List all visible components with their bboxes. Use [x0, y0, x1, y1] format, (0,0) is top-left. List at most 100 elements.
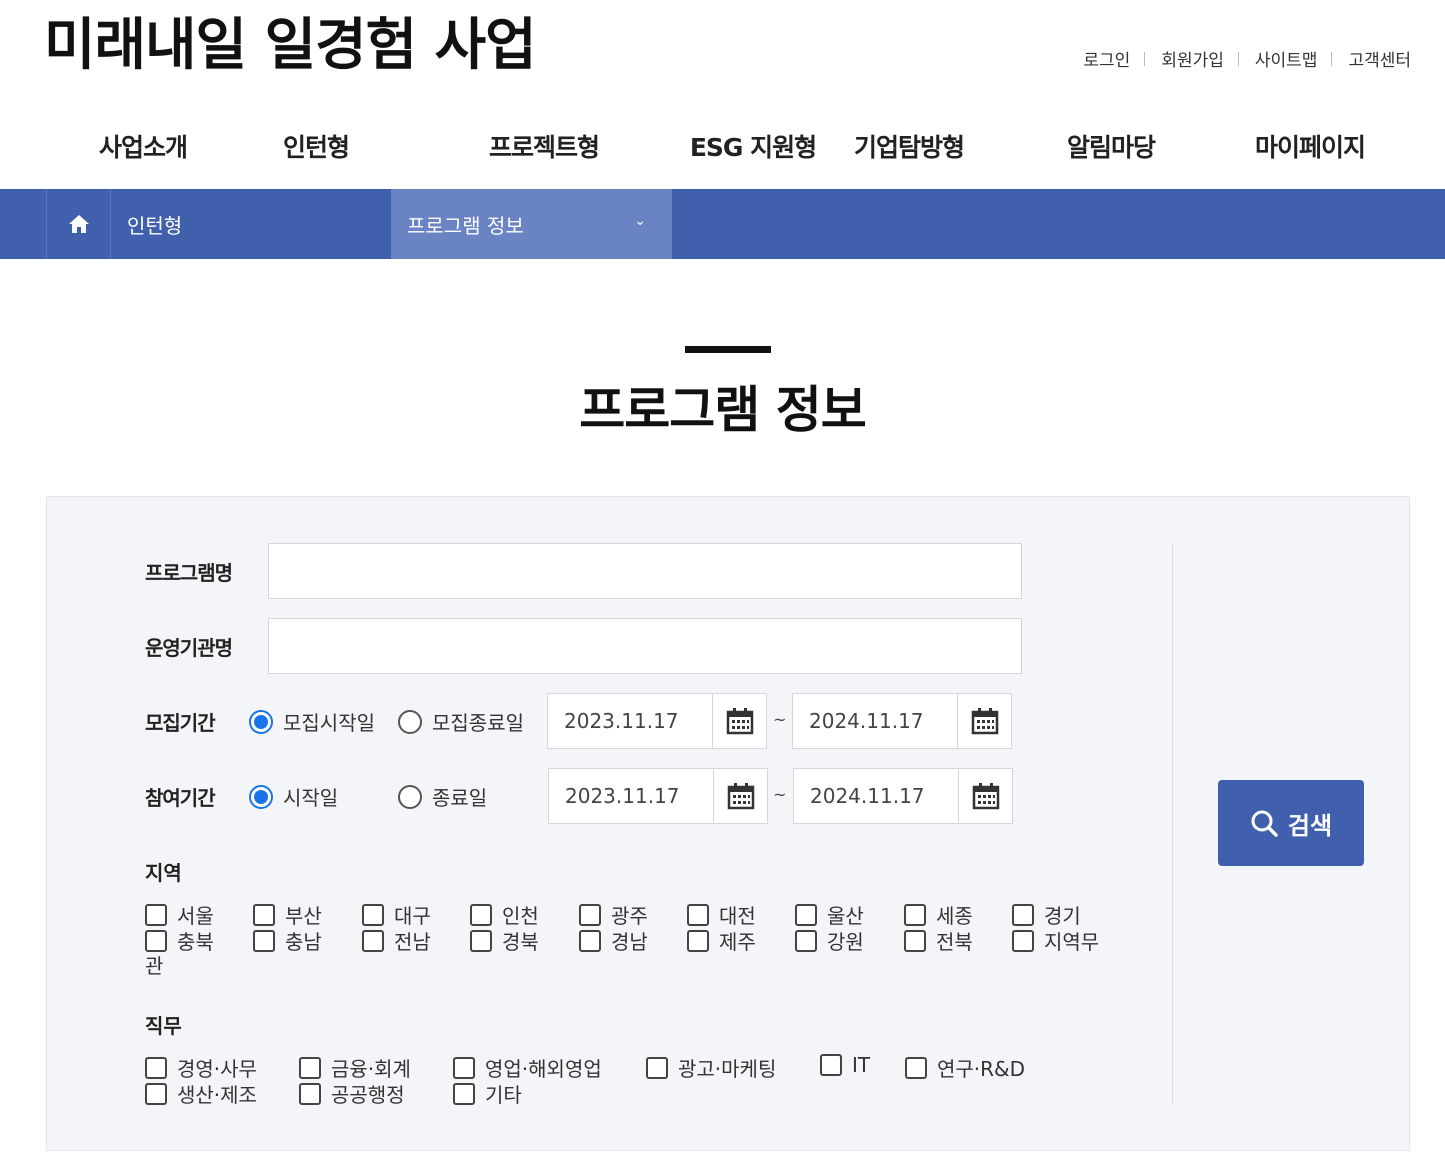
program-name-input[interactable]	[268, 543, 1022, 599]
nav-project[interactable]: 프로젝트형	[489, 128, 600, 164]
divider	[1172, 543, 1173, 1105]
checkbox-label: 경북	[502, 930, 539, 954]
checkbox-label: 제주	[719, 930, 756, 954]
region-checkbox[interactable]: 충남	[253, 926, 322, 955]
calendar-icon	[726, 708, 753, 735]
region-checkbox[interactable]: 전북	[904, 926, 973, 955]
region-checkbox[interactable]: 경기	[1012, 900, 1081, 929]
radio-label: 모집종료일	[432, 711, 524, 735]
login-link[interactable]: 로그인	[1083, 46, 1130, 71]
home-button[interactable]	[46, 189, 111, 259]
calendar-button[interactable]	[958, 769, 1012, 823]
checkbox-box	[453, 1056, 475, 1079]
participation-to-date[interactable]: 2024.11.17	[793, 768, 1013, 824]
job-checkbox[interactable]: 기타	[453, 1079, 522, 1108]
checkbox-box	[362, 903, 384, 926]
calendar-button[interactable]	[712, 694, 766, 748]
site-title[interactable]: 미래내일 일경험 사업	[44, 10, 537, 82]
radio-label: 시작일	[283, 786, 339, 810]
breadcrumb: 인턴형 프로그램 정보 ⌄	[0, 189, 1445, 259]
nav-company-visit[interactable]: 기업탐방형	[854, 128, 965, 164]
checkbox-box	[470, 903, 492, 926]
nav-esg[interactable]: ESG 지원형	[690, 128, 817, 164]
recruit-from-date[interactable]: 2023.11.17	[547, 693, 767, 749]
job-checkbox[interactable]: 광고·마케팅	[646, 1053, 776, 1082]
checkbox-label: 울산	[827, 904, 864, 928]
calendar-icon	[727, 783, 754, 810]
region-checkbox[interactable]: 대전	[687, 900, 756, 929]
nav-notice[interactable]: 알림마당	[1067, 128, 1156, 164]
breadcrumb-level1-label: 인턴형	[127, 213, 183, 238]
job-checkbox[interactable]: IT	[820, 1053, 870, 1077]
participation-period-label: 참여기간	[145, 786, 216, 810]
checkbox-label: 충남	[285, 930, 322, 954]
calendar-icon	[972, 783, 999, 810]
org-name-input[interactable]	[268, 618, 1022, 674]
date-value: 2024.11.17	[810, 784, 925, 808]
job-checkbox[interactable]: 금융·회계	[299, 1053, 411, 1082]
checkbox-label: 서울	[177, 904, 214, 928]
region-checkbox[interactable]: 울산	[795, 900, 864, 929]
divider	[1331, 51, 1333, 66]
participation-start-radio[interactable]: 시작일	[249, 782, 338, 811]
job-checkbox[interactable]: 영업·해외영업	[453, 1053, 602, 1082]
region-checkbox[interactable]: 대구	[362, 900, 431, 929]
nav-business-intro[interactable]: 사업소개	[99, 128, 188, 164]
region-checkbox[interactable]: 서울	[145, 900, 214, 929]
checkbox-box	[299, 1082, 321, 1105]
region-checkbox[interactable]: 지역무	[1012, 926, 1099, 955]
program-name-label: 프로그램명	[145, 561, 233, 585]
recruit-end-radio[interactable]: 모집종료일	[398, 707, 524, 736]
search-button[interactable]: 검색	[1218, 780, 1364, 866]
date-range-separator: ~	[773, 710, 787, 729]
region-checkbox[interactable]: 제주	[687, 926, 756, 955]
divider	[1237, 51, 1239, 66]
checkbox-box	[1012, 903, 1034, 926]
recruit-to-date[interactable]: 2024.11.17	[792, 693, 1012, 749]
nav-intern[interactable]: 인턴형	[283, 128, 350, 164]
region-checkbox[interactable]: 전남	[362, 926, 431, 955]
recruit-period-label: 모집기간	[145, 711, 216, 735]
home-icon	[68, 215, 89, 233]
nav-mypage[interactable]: 마이페이지	[1255, 128, 1366, 164]
region-checkbox[interactable]: 경남	[579, 926, 648, 955]
recruit-start-radio[interactable]: 모집시작일	[249, 707, 375, 736]
checkbox-box	[253, 929, 275, 952]
checkbox-label: 경기	[1044, 904, 1081, 928]
job-checkbox[interactable]: 생산·제조	[145, 1079, 257, 1108]
checkbox-label: 연구·R&D	[937, 1057, 1026, 1081]
job-checkbox[interactable]: 연구·R&D	[905, 1053, 1025, 1082]
job-checkbox[interactable]: 경영·사무	[145, 1053, 257, 1082]
participation-from-date[interactable]: 2023.11.17	[548, 768, 768, 824]
region-checkbox[interactable]: 인천	[470, 900, 539, 929]
calendar-button[interactable]	[957, 694, 1011, 748]
region-checkbox[interactable]: 경북	[470, 926, 539, 955]
region-checkbox[interactable]: 광주	[579, 900, 648, 929]
job-checkbox[interactable]: 공공행정	[299, 1079, 405, 1108]
checkbox-box	[579, 929, 601, 952]
region-checkbox[interactable]: 부산	[253, 900, 322, 929]
checkbox-box	[795, 903, 817, 926]
signup-link[interactable]: 회원가입	[1161, 46, 1224, 71]
checkbox-box	[687, 929, 709, 952]
search-button-label: 검색	[1287, 811, 1333, 840]
region-checkbox[interactable]: 강원	[795, 926, 864, 955]
region-checkbox[interactable]: 세종	[904, 900, 973, 929]
checkbox-label: 광고·마케팅	[678, 1057, 777, 1081]
customer-center-link[interactable]: 고객센터	[1348, 46, 1411, 71]
sitemap-link[interactable]: 사이트맵	[1255, 46, 1318, 71]
chevron-down-icon: ⌄	[634, 213, 646, 229]
checkbox-label: 전북	[936, 930, 973, 954]
checkbox-box	[820, 1054, 842, 1076]
calendar-button[interactable]	[713, 769, 767, 823]
radio-selected	[249, 784, 273, 809]
checkbox-box	[904, 903, 926, 926]
checkbox-box	[145, 1082, 167, 1105]
checkbox-label: IT	[852, 1053, 871, 1077]
checkbox-label: 대구	[394, 904, 431, 928]
checkbox-label: 공공행정	[331, 1083, 405, 1107]
divider	[1144, 51, 1146, 66]
breadcrumb-level1[interactable]: 인턴형	[111, 189, 391, 259]
participation-end-radio[interactable]: 종료일	[398, 782, 487, 811]
breadcrumb-level2-dropdown[interactable]: 프로그램 정보 ⌄	[391, 189, 672, 259]
